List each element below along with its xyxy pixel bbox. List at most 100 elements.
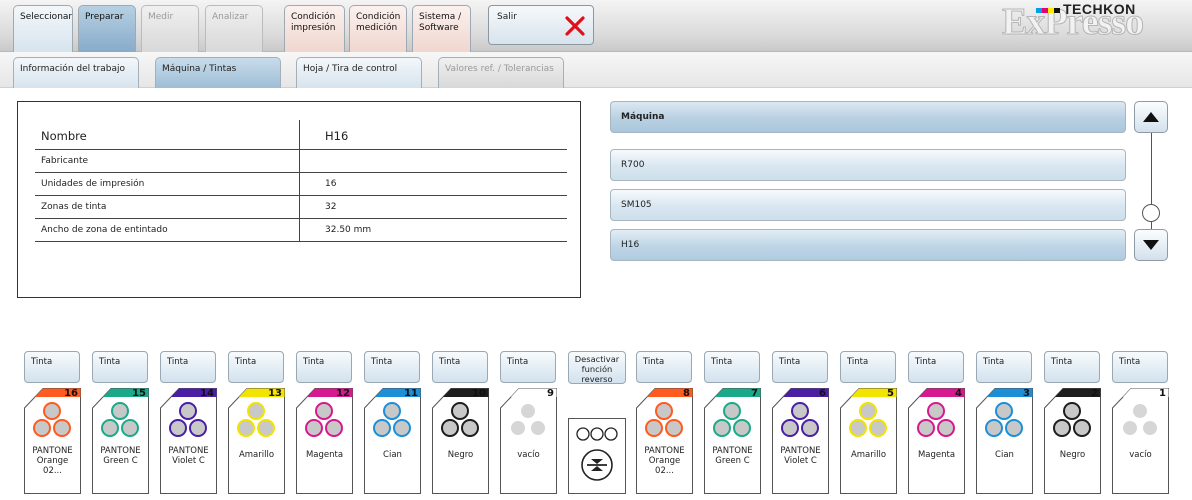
ink-name-line: vacío (517, 450, 540, 460)
ink-name-line: PANTONE (712, 446, 753, 456)
machine-item-h16[interactable]: H16 (610, 229, 1126, 261)
tinta-button[interactable]: Tinta (228, 351, 284, 383)
tinta-button-label: Tinta (507, 357, 529, 367)
printing-unit-2[interactable]: 2 Negro (1044, 388, 1101, 494)
tinta-button[interactable]: Tinta (840, 351, 896, 383)
info-row-fabricante: Fabricante (35, 150, 567, 173)
tab-maquina-tintas[interactable]: Máquina / Tintas (155, 57, 281, 88)
machine-info-panel: Nombre H16 Fabricante Unidades de impres… (17, 101, 581, 298)
unit-number: 9 (547, 388, 554, 399)
machine-item-r700[interactable]: R700 (610, 149, 1126, 181)
machine-item-sm105[interactable]: SM105 (610, 189, 1126, 221)
tinta-button[interactable]: Tinta (24, 351, 80, 383)
tab-analizar[interactable]: Analizar (205, 5, 263, 52)
tab-seleccionar[interactable]: Seleccionar (13, 5, 73, 52)
roller-icon (645, 419, 663, 437)
tinta-button[interactable]: Tinta (908, 351, 964, 383)
printing-unit-10[interactable]: 10 Negro (432, 388, 489, 494)
printing-unit-3[interactable]: 3 Cian (976, 388, 1033, 494)
printing-unit-1[interactable]: 1 vacío (1112, 388, 1169, 494)
roller-icon (315, 402, 333, 420)
reverse-toggle-button[interactable]: Desactivar función reverso (568, 351, 626, 384)
roller-icon (590, 427, 604, 441)
ink-name: Negro (434, 450, 487, 460)
tinta-button[interactable]: Tinta (772, 351, 828, 383)
tinta-button-label: Tinta (235, 357, 257, 367)
ink-name: Cian (366, 450, 419, 460)
tinta-button[interactable]: Tinta (500, 351, 556, 383)
info-column-divider (299, 120, 300, 242)
printing-unit-12[interactable]: 12 Magenta (296, 388, 353, 494)
tab-preparar[interactable]: Preparar (78, 5, 136, 52)
ink-name: Cian (978, 450, 1031, 460)
close-icon (565, 16, 585, 36)
unit-number: 3 (1023, 388, 1030, 399)
ink-name: PANTONE Green C (706, 446, 759, 466)
roller-icon (604, 427, 618, 441)
printing-unit-8[interactable]: 8 PANTONE Orange 02... (636, 388, 693, 494)
printing-unit-13[interactable]: 13 Amarillo (228, 388, 285, 494)
brand-logo: TECHKON (1063, 1, 1136, 17)
tinta-button[interactable]: Tinta (296, 351, 352, 383)
tinta-button[interactable]: Tinta (636, 351, 692, 383)
ink-name: Magenta (298, 450, 351, 460)
printing-unit-9[interactable]: 9 vacío (500, 388, 557, 494)
printing-unit-16[interactable]: 16 PANTONE Orange 02... (24, 388, 81, 494)
printing-unit-14[interactable]: 14 PANTONE Violet C (160, 388, 217, 494)
roller-icon (733, 419, 751, 437)
reverse-label-line3: reverso (581, 374, 613, 384)
scroll-down-button[interactable] (1134, 229, 1168, 261)
printing-unit-7[interactable]: 7 PANTONE Green C (704, 388, 761, 494)
unit-number: 13 (268, 388, 282, 399)
scroll-up-button[interactable] (1134, 101, 1168, 133)
ink-name-line: PANTONE (100, 446, 141, 456)
ink-name: PANTONE Green C (94, 446, 147, 466)
printing-unit-11[interactable]: 11 Cian (364, 388, 421, 494)
tinta-button[interactable]: Tinta (704, 351, 760, 383)
tab-preparar-label: Preparar (85, 12, 124, 22)
roller-icon (781, 419, 799, 437)
tab-condicion-impresion-line2: impresión (291, 23, 336, 33)
printing-unit-5[interactable]: 5 Amarillo (840, 388, 897, 494)
roller-icon (393, 419, 411, 437)
printing-unit-6[interactable]: 6 PANTONE Violet C (772, 388, 829, 494)
unit-number: 4 (955, 388, 962, 399)
tab-sistema-software[interactable]: Sistema / Software (412, 5, 471, 52)
roller-icon (101, 419, 119, 437)
roller-icon (1123, 421, 1137, 435)
printing-unit-15[interactable]: 15 PANTONE Green C (92, 388, 149, 494)
unit-number: 11 (404, 388, 418, 399)
salir-button[interactable]: Salir (488, 5, 594, 45)
roller-icon (373, 419, 391, 437)
tab-sistema-line1: Sistema / (419, 12, 462, 22)
unit-card-graphic (704, 388, 761, 494)
tab-maquina-label: Máquina / Tintas (162, 64, 237, 74)
reverse-unit[interactable] (568, 418, 626, 494)
tinta-button[interactable]: Tinta (1044, 351, 1100, 383)
tinta-button[interactable]: Tinta (1112, 351, 1168, 383)
tab-hoja-tira[interactable]: Hoja / Tira de control (296, 57, 422, 88)
tab-valores-tolerancias[interactable]: Valores ref. / Tolerancias (438, 57, 564, 88)
unit-number: 8 (683, 388, 690, 399)
tinta-button[interactable]: Tinta (976, 351, 1032, 383)
tab-informacion-trabajo[interactable]: Información del trabajo (13, 57, 139, 88)
roller-icon (801, 419, 819, 437)
ink-name: Magenta (910, 450, 963, 460)
tab-condicion-medicion-line1: Condición (356, 12, 401, 22)
unit-card-graphic (92, 388, 149, 494)
tinta-button[interactable]: Tinta (160, 351, 216, 383)
tinta-button-label: Tinta (711, 357, 733, 367)
tab-valores-label: Valores ref. / Tolerancias (445, 64, 554, 74)
roller-icon (655, 402, 673, 420)
printing-unit-4[interactable]: 4 Magenta (908, 388, 965, 494)
tab-condicion-impresion[interactable]: Condición impresión (284, 5, 345, 52)
tinta-button[interactable]: Tinta (92, 351, 148, 383)
roller-icon (576, 427, 590, 441)
tinta-button[interactable]: Tinta (432, 351, 488, 383)
tinta-button[interactable]: Tinta (364, 351, 420, 383)
unit-number: 14 (200, 388, 214, 399)
roller-icon (511, 421, 525, 435)
tab-condicion-medicion[interactable]: Condición medición (349, 5, 407, 52)
scroll-thumb[interactable] (1142, 204, 1160, 222)
tab-medir[interactable]: Medir (141, 5, 199, 52)
